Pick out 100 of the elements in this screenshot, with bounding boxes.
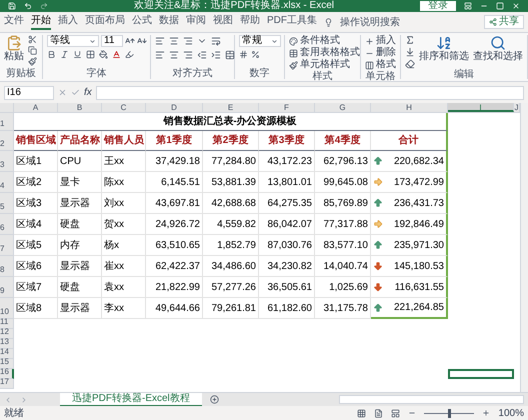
table-cell: 43,697.81 (146, 193, 203, 214)
close-icon[interactable] (512, 2, 520, 10)
column-heading: 第4季度 (315, 131, 371, 151)
row-header[interactable]: 15 (0, 359, 14, 369)
add-sheet-icon[interactable] (210, 395, 219, 404)
row-header[interactable]: 11 (0, 319, 14, 329)
ribbon-button[interactable]: 单元格样式 (289, 59, 360, 71)
menu-tab[interactable]: 公式 (132, 14, 152, 30)
column-header[interactable]: F (259, 103, 315, 112)
copy-icon[interactable] (28, 46, 37, 55)
menu-tab[interactable]: 文件 (4, 14, 24, 30)
ribbon-button[interactable]: 套用表格格式 (289, 47, 360, 59)
ribbon-button[interactable]: 删除 (365, 47, 396, 59)
redo-icon[interactable] (40, 2, 48, 10)
formula-input-field[interactable] (96, 86, 524, 100)
column-heading: 第1季度 (146, 131, 203, 151)
ribbon-button[interactable]: 格式 (365, 59, 396, 71)
column-header[interactable]: G (315, 103, 371, 112)
row-header[interactable]: 5 (0, 193, 14, 214)
row-header[interactable]: 16 (0, 369, 14, 379)
bold-icon[interactable] (47, 50, 56, 59)
undo-icon[interactable] (24, 2, 32, 10)
align-left-icon[interactable] (155, 50, 165, 60)
row-header[interactable]: 8 (0, 256, 14, 277)
lightbulb-icon[interactable] (324, 18, 333, 26)
column-header[interactable]: I (448, 103, 514, 112)
increase-indent-icon[interactable] (211, 50, 221, 60)
row-header[interactable]: 7 (0, 235, 14, 256)
font-color-icon[interactable] (112, 50, 121, 59)
ribbon-display-icon[interactable] (464, 2, 472, 10)
sheet-tab[interactable]: 迅捷PDF转换器-Excel教程 (60, 392, 202, 406)
format-painter-icon[interactable] (28, 57, 37, 66)
merge-cells-icon[interactable] (225, 50, 235, 60)
function-label[interactable]: fx (84, 85, 92, 100)
fill-color-icon[interactable] (99, 50, 108, 59)
decrease-indent-icon[interactable] (197, 50, 207, 60)
column-header[interactable]: D (146, 103, 203, 112)
underline-icon[interactable] (73, 50, 82, 59)
zoom-slider-thumb[interactable] (448, 408, 452, 418)
row-header[interactable]: 12 (0, 329, 14, 339)
table-cell: 43,172.23 (259, 151, 315, 172)
menu-tab[interactable]: 视图 (213, 14, 233, 30)
share-button[interactable]: 共享 (484, 15, 524, 29)
column-header[interactable]: E (203, 103, 259, 112)
menu-tab[interactable]: 审阅 (186, 14, 206, 30)
name-box[interactable]: I16 (4, 86, 54, 100)
ribbon-button[interactable]: 条件格式 (289, 35, 360, 47)
font-name-field[interactable]: 等线 (47, 35, 99, 47)
menu-tab[interactable]: 开始 (31, 14, 51, 30)
table-cell-text: 220,682.34 (394, 154, 444, 168)
clear-icon[interactable] (405, 59, 415, 69)
menu-tab[interactable]: PDF工具集 (267, 14, 317, 30)
page-layout-icon[interactable] (374, 408, 384, 418)
row-header[interactable]: 13 (0, 339, 14, 349)
increase-font-icon[interactable] (125, 36, 135, 46)
selected-cell[interactable] (448, 369, 514, 379)
ribbon-button[interactable]: 插入 (365, 35, 396, 47)
row-header[interactable]: 4 (0, 172, 14, 193)
align-center-icon[interactable] (169, 50, 179, 60)
row-header[interactable]: 10 (0, 298, 14, 319)
wrap-text-icon[interactable] (211, 36, 221, 46)
row-header[interactable]: 2 (0, 131, 14, 151)
vertical-scrollbar[interactable] (520, 103, 528, 392)
page-break-icon[interactable] (391, 408, 400, 418)
zoom-in-icon[interactable] (482, 409, 490, 417)
row-header[interactable]: 1 (0, 113, 14, 131)
decrease-font-icon[interactable] (137, 36, 147, 46)
row-header[interactable]: 3 (0, 151, 14, 172)
row-header[interactable]: 14 (0, 349, 14, 359)
save-icon[interactable] (8, 2, 16, 10)
find-select-button[interactable]: 查找和选择 (473, 35, 523, 69)
sort-filter-button[interactable]: 排序和筛选 (419, 35, 469, 69)
fill-icon[interactable] (405, 47, 415, 57)
borders-icon[interactable] (86, 50, 95, 59)
row-header[interactable]: 17 (0, 379, 14, 389)
table-icon (289, 48, 298, 58)
cut-icon[interactable] (28, 35, 37, 44)
menu-tab[interactable]: 帮助 (240, 14, 260, 30)
row-header[interactable]: 6 (0, 214, 14, 235)
align-right-icon[interactable] (183, 50, 193, 60)
normal-view-icon[interactable] (357, 408, 366, 418)
autosum-icon[interactable] (405, 35, 415, 45)
maximize-icon[interactable] (496, 2, 504, 10)
paste-button[interactable]: 粘贴 (4, 35, 24, 68)
column-header[interactable]: A (14, 103, 58, 112)
column-header[interactable]: B (58, 103, 102, 112)
horizontal-scrollbar[interactable] (339, 395, 524, 404)
italic-icon[interactable] (60, 50, 69, 59)
table-cell: 86,042.07 (259, 214, 315, 235)
search-field[interactable]: 操作说明搜索 (340, 14, 412, 30)
percent-icon[interactable] (251, 50, 260, 59)
row-header[interactable]: 9 (0, 277, 14, 298)
table-cell: 刘xx (102, 193, 146, 214)
menu-tab[interactable]: 数据 (159, 14, 179, 30)
menu-tab[interactable]: 插入 (58, 14, 78, 30)
font-size-field[interactable]: 11 (101, 35, 123, 47)
number-format-field[interactable]: 常规 (239, 35, 281, 47)
column-header[interactable]: C (102, 103, 146, 112)
menu-tab[interactable]: 页面布局 (85, 14, 125, 30)
table-cell: 区域8 (14, 298, 58, 319)
